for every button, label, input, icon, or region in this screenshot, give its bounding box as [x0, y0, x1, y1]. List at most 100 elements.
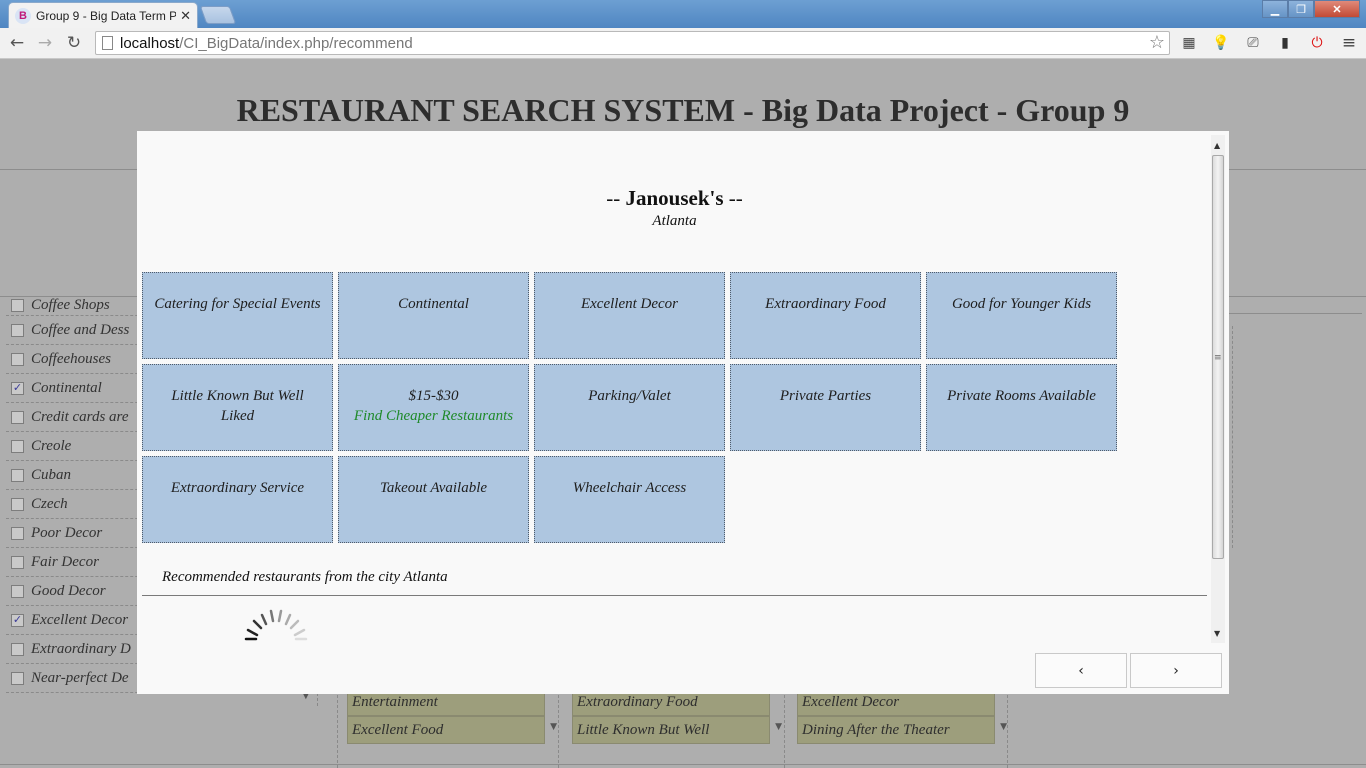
filter-label: Czech — [31, 495, 68, 512]
column-divider — [1232, 326, 1233, 548]
feature-tile: Catering for Special Events — [142, 272, 333, 359]
checked-checkbox[interactable]: ✓ — [11, 613, 24, 627]
minimize-icon[interactable]: ▁ — [1262, 0, 1288, 18]
tab-title: Group 9 - Big Data Term P — [36, 8, 177, 23]
loading-spinner-icon — [242, 603, 310, 641]
checkbox[interactable] — [11, 526, 24, 540]
feature-label: Private Rooms Available — [947, 388, 1096, 404]
feature-tile: Private Rooms Available — [926, 364, 1117, 451]
scroll-down-icon[interactable]: ▼ — [1000, 722, 1007, 732]
feature-tile: Wheelchair Access — [534, 456, 725, 543]
feature-tile: Good for Younger Kids — [926, 272, 1117, 359]
lightbulb-extension-icon[interactable]: 💡 — [1211, 33, 1231, 53]
browser-tab[interactable]: B Group 9 - Big Data Term P ✕ — [8, 2, 198, 28]
restaurant-city: Atlanta — [652, 213, 697, 229]
filter-label: Near-perfect De — [31, 669, 129, 686]
checkbox[interactable] — [11, 439, 24, 453]
maximize-icon[interactable]: ❐ — [1288, 0, 1314, 18]
filter-label: Coffee and Dess — [31, 321, 130, 338]
checkbox[interactable] — [11, 410, 24, 424]
checkbox[interactable] — [11, 642, 24, 656]
feature-label: Continental — [398, 296, 469, 312]
feature-label: Private Parties — [779, 388, 872, 404]
page-title: RESTAURANT SEARCH SYSTEM - Big Data Proj… — [236, 92, 1130, 128]
scroll-down-icon[interactable]: ▼ — [550, 722, 557, 732]
restaurant-name: Janousek's — [625, 186, 724, 210]
feature-label: Extraordinary Food — [765, 296, 886, 312]
name-suffix: -- — [728, 186, 743, 210]
feature-label: Parking/Valet — [588, 388, 671, 404]
checked-checkbox[interactable]: ✓ — [11, 381, 24, 395]
scroll-up-icon[interactable]: ▲ — [1214, 141, 1220, 150]
cast-icon[interactable]: ⎚ — [1243, 33, 1263, 53]
address-bar[interactable]: localhost/CI_BigData/index.php/recommend… — [95, 31, 1170, 55]
feature-label: Extraordinary Service — [170, 480, 305, 496]
favicon-icon: B — [15, 7, 31, 24]
filter-label: Coffeehouses — [31, 350, 111, 367]
feature-label: Takeout Available — [379, 480, 488, 496]
tag-column-1: Entertainment Excellent Food ▼ — [347, 688, 557, 744]
next-button[interactable]: › — [1130, 653, 1222, 688]
filter-label: Credit cards are — [31, 408, 129, 425]
menu-icon[interactable]: ≡ — [1339, 33, 1359, 53]
feature-tile: Continental — [338, 272, 529, 359]
close-tab-icon[interactable]: ✕ — [180, 8, 191, 24]
new-tab-button[interactable] — [199, 6, 237, 24]
filter-label: Excellent Decor — [31, 611, 129, 628]
filter-label: Continental — [31, 379, 102, 396]
feature-label: Excellent Decor — [580, 296, 679, 312]
prev-button[interactable]: ‹ — [1035, 653, 1127, 688]
restaurant-detail-modal: -- Janousek's -- Atlanta Catering for Sp… — [137, 131, 1229, 694]
filter-label: Cuban — [31, 466, 72, 483]
checkbox[interactable] — [11, 468, 24, 482]
forward-icon[interactable]: → — [34, 32, 56, 54]
chart-extension-icon[interactable]: ▦ — [1179, 33, 1199, 53]
page-icon — [102, 36, 113, 50]
scroll-down-icon[interactable]: ▼ — [1214, 629, 1220, 638]
filter-label: Extraordinary D — [31, 640, 131, 657]
filter-label: Good Decor — [31, 582, 106, 599]
feature-tile: Parking/Valet — [534, 364, 725, 451]
modal-scrollbar[interactable]: ▲ ≡ ▼ — [1211, 135, 1225, 643]
browser-titlebar: B Group 9 - Big Data Term P ✕ ▁ ❐ ✕ — [0, 0, 1366, 28]
checkbox[interactable] — [11, 352, 24, 366]
feature-label: Good for Younger Kids — [951, 296, 1092, 312]
divider — [142, 595, 1207, 596]
scrollbar-grip-icon: ≡ — [1214, 353, 1222, 363]
recommend-label: Recommended restaurants from the city At… — [162, 569, 448, 585]
checkbox[interactable] — [11, 497, 24, 511]
tag-item[interactable]: Dining After the Theater — [797, 716, 995, 744]
checkbox[interactable] — [11, 299, 24, 312]
feature-label: Little Known But Well Liked — [171, 388, 304, 424]
checkbox[interactable] — [11, 555, 24, 569]
find-cheaper-link[interactable]: Find Cheaper Restaurants — [349, 406, 518, 426]
name-prefix: -- — [606, 186, 621, 210]
divider — [1228, 313, 1362, 314]
reload-icon[interactable]: ↻ — [63, 32, 85, 54]
feature-tile: Extraordinary Food — [730, 272, 921, 359]
stop-extension-icon[interactable]: ⏻ — [1307, 33, 1327, 53]
tag-column-2: Extraordinary Food Little Known But Well ▼ — [572, 688, 782, 744]
feature-label: Catering for Special Events — [154, 296, 321, 312]
device-extension-icon[interactable]: ▮ — [1275, 33, 1295, 53]
feature-tile: Little Known But Well Liked — [142, 364, 333, 451]
filter-label: Coffee Shops — [31, 297, 110, 313]
bookmark-star-icon[interactable]: ☆ — [1149, 32, 1165, 53]
checkbox[interactable] — [11, 584, 24, 598]
feature-tile: Extraordinary Service — [142, 456, 333, 543]
feature-label: Wheelchair Access — [572, 480, 687, 496]
feature-tile: Excellent Decor — [534, 272, 725, 359]
feature-tile: $15-$30 Find Cheaper Restaurants — [338, 364, 529, 451]
tag-item[interactable]: Little Known But Well — [572, 716, 770, 744]
tag-item[interactable]: Excellent Food — [347, 716, 545, 744]
scroll-down-icon[interactable]: ▼ — [775, 722, 782, 732]
back-icon[interactable]: ← — [6, 32, 28, 54]
feature-tile: Private Parties — [730, 364, 921, 451]
feature-label: $15-$30 — [408, 388, 459, 404]
checkbox[interactable] — [11, 671, 24, 685]
close-window-icon[interactable]: ✕ — [1314, 0, 1360, 18]
url-path: /CI_BigData/index.php/recommend — [179, 34, 413, 52]
checkbox[interactable] — [11, 323, 24, 337]
filter-label: Poor Decor — [31, 524, 103, 541]
filter-label: Creole — [31, 437, 72, 454]
